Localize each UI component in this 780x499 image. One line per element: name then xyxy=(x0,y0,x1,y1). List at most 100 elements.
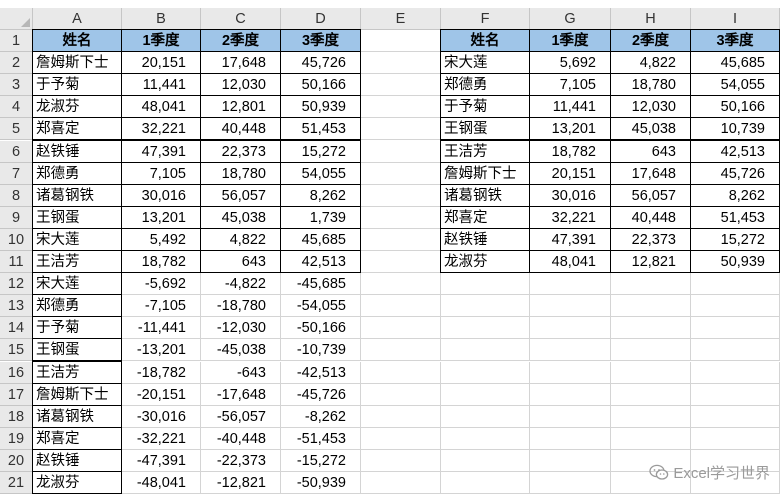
name-cell[interactable]: 郑德勇 xyxy=(32,294,122,318)
cell[interactable] xyxy=(361,52,441,75)
value-cell[interactable]: 54,055 xyxy=(690,73,780,97)
table-header-cell[interactable]: 2季度 xyxy=(200,29,281,53)
table-header-cell[interactable]: 1季度 xyxy=(121,29,201,53)
value-cell[interactable]: -17,648 xyxy=(201,383,281,406)
row-header-15[interactable]: 15 xyxy=(0,339,33,362)
name-cell[interactable]: 于予菊 xyxy=(440,95,530,119)
cell[interactable] xyxy=(361,30,441,53)
name-cell[interactable]: 龙淑芬 xyxy=(32,95,122,119)
value-cell[interactable]: -42,513 xyxy=(281,361,361,384)
value-cell[interactable]: -45,038 xyxy=(201,339,281,362)
name-cell[interactable]: 于予菊 xyxy=(32,316,122,340)
name-cell[interactable]: 郑德勇 xyxy=(32,161,122,185)
cell[interactable] xyxy=(611,317,691,340)
value-cell[interactable]: -18,782 xyxy=(122,361,201,384)
value-cell[interactable]: -30,016 xyxy=(122,405,201,428)
value-cell[interactable]: 7,105 xyxy=(529,73,611,97)
cell[interactable] xyxy=(611,383,691,406)
value-cell[interactable]: 45,726 xyxy=(690,161,780,185)
cell[interactable] xyxy=(691,273,780,296)
value-cell[interactable]: -50,939 xyxy=(281,472,361,495)
cell[interactable] xyxy=(441,361,530,384)
value-cell[interactable]: 17,648 xyxy=(610,161,691,185)
row-header-13[interactable]: 13 xyxy=(0,295,33,318)
value-cell[interactable]: -15,272 xyxy=(281,449,361,472)
cell[interactable] xyxy=(361,383,441,406)
value-cell[interactable]: 12,801 xyxy=(200,95,281,119)
value-cell[interactable]: 17,648 xyxy=(200,51,281,75)
name-cell[interactable]: 诸葛钢铁 xyxy=(32,183,122,207)
table-header-cell[interactable]: 姓名 xyxy=(440,29,530,53)
name-cell[interactable]: 宋大莲 xyxy=(32,272,122,296)
name-cell[interactable]: 郑德勇 xyxy=(440,73,530,97)
value-cell[interactable]: 10,739 xyxy=(690,117,780,141)
cell[interactable] xyxy=(530,427,611,450)
value-cell[interactable]: -54,055 xyxy=(281,295,361,318)
cell[interactable] xyxy=(361,317,441,340)
value-cell[interactable]: 8,262 xyxy=(690,183,780,207)
value-cell[interactable]: 30,016 xyxy=(529,183,611,207)
row-header-20[interactable]: 20 xyxy=(0,449,33,472)
cell[interactable] xyxy=(691,427,780,450)
cell[interactable] xyxy=(441,339,530,362)
value-cell[interactable]: 11,441 xyxy=(121,73,201,97)
name-cell[interactable]: 郑喜定 xyxy=(440,205,530,229)
value-cell[interactable]: 4,822 xyxy=(200,227,281,251)
value-cell[interactable]: 56,057 xyxy=(610,183,691,207)
value-cell[interactable]: 13,201 xyxy=(121,205,201,229)
cell[interactable] xyxy=(530,273,611,296)
value-cell[interactable]: -32,221 xyxy=(122,427,201,450)
name-cell[interactable]: 王洁芳 xyxy=(32,250,122,274)
table-header-cell[interactable]: 3季度 xyxy=(280,29,361,53)
value-cell[interactable]: 15,272 xyxy=(690,227,780,251)
value-cell[interactable]: 47,391 xyxy=(121,139,201,163)
cell[interactable] xyxy=(361,361,441,384)
cell[interactable] xyxy=(361,251,441,274)
name-cell[interactable]: 龙淑芬 xyxy=(32,471,122,495)
value-cell[interactable]: 7,105 xyxy=(121,161,201,185)
cell[interactable] xyxy=(361,184,441,207)
value-cell[interactable]: -12,030 xyxy=(201,317,281,340)
row-header-5[interactable]: 5 xyxy=(0,118,33,141)
table-header-cell[interactable]: 3季度 xyxy=(690,29,780,53)
value-cell[interactable]: 48,041 xyxy=(529,250,611,274)
value-cell[interactable]: 40,448 xyxy=(610,205,691,229)
value-cell[interactable]: 54,055 xyxy=(280,161,361,185)
cell[interactable] xyxy=(530,317,611,340)
cell[interactable] xyxy=(361,118,441,141)
value-cell[interactable]: -56,057 xyxy=(201,405,281,428)
row-header-6[interactable]: 6 xyxy=(0,140,33,163)
column-header-i[interactable]: I xyxy=(691,8,780,30)
name-cell[interactable]: 王钢蛋 xyxy=(440,117,530,141)
value-cell[interactable]: 12,030 xyxy=(610,95,691,119)
cell[interactable] xyxy=(441,405,530,428)
value-cell[interactable]: -12,821 xyxy=(201,472,281,495)
cell[interactable] xyxy=(530,295,611,318)
value-cell[interactable]: -10,739 xyxy=(281,339,361,362)
cell[interactable] xyxy=(361,339,441,362)
value-cell[interactable]: -5,692 xyxy=(122,273,201,296)
cell[interactable] xyxy=(611,339,691,362)
cell[interactable] xyxy=(611,295,691,318)
value-cell[interactable]: -8,262 xyxy=(281,405,361,428)
name-cell[interactable]: 诸葛钢铁 xyxy=(32,404,122,428)
cell[interactable] xyxy=(361,295,441,318)
value-cell[interactable]: 18,780 xyxy=(610,73,691,97)
row-header-9[interactable]: 9 xyxy=(0,206,33,229)
value-cell[interactable]: 42,513 xyxy=(280,250,361,274)
value-cell[interactable]: 51,453 xyxy=(690,205,780,229)
value-cell[interactable]: -11,441 xyxy=(122,317,201,340)
value-cell[interactable]: 5,692 xyxy=(529,51,611,75)
value-cell[interactable]: 18,780 xyxy=(200,161,281,185)
name-cell[interactable]: 宋大莲 xyxy=(440,51,530,75)
row-header-17[interactable]: 17 xyxy=(0,383,33,406)
value-cell[interactable]: 47,391 xyxy=(529,227,611,251)
value-cell[interactable]: 40,448 xyxy=(200,117,281,141)
value-cell[interactable]: 12,821 xyxy=(610,250,691,274)
value-cell[interactable]: 50,939 xyxy=(280,95,361,119)
column-header-h[interactable]: H xyxy=(611,8,691,30)
value-cell[interactable]: 51,453 xyxy=(280,117,361,141)
column-header-c[interactable]: C xyxy=(201,8,281,30)
value-cell[interactable]: -4,822 xyxy=(201,273,281,296)
name-cell[interactable]: 于予菊 xyxy=(32,73,122,97)
